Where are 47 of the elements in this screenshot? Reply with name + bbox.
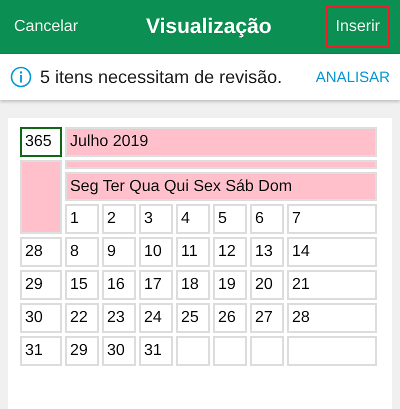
table-cell: 27 [250,303,284,333]
month-title: Julho 2019 [65,127,377,157]
table-cell: 29 [65,336,99,366]
table-cell: 29 [20,270,62,300]
table-cell: 10 [139,237,173,267]
table-cell: 1 [65,204,99,234]
table-cell: 2 [102,204,136,234]
table-cell: 365 [20,127,62,157]
table-cell: 11 [176,237,210,267]
table-cell: 18 [176,270,210,300]
table-cell: 4 [176,204,210,234]
table-cell: 28 [287,303,377,333]
empty-cell [176,336,210,366]
table-cell: 13 [250,237,284,267]
table-cell: 12 [213,237,247,267]
table-cell: 9 [102,237,136,267]
table-cell: 15 [65,270,99,300]
table-cell: 28 [20,237,62,267]
table-cell: 6 [250,204,284,234]
table-cell: 19 [213,270,247,300]
insert-button[interactable]: Inserir [326,6,390,48]
table-cell: 25 [176,303,210,333]
table-cell: 26 [213,303,247,333]
table-cell: 3 [139,204,173,234]
table-cell: 14 [287,237,377,267]
analyze-link[interactable]: ANALISAR [316,68,390,86]
table-cell: 7 [287,204,377,234]
table-cell: 23 [102,303,136,333]
table-cell: 30 [102,336,136,366]
table-cell: 5 [213,204,247,234]
table-cell: 16 [102,270,136,300]
table-cell: 22 [65,303,99,333]
table-cell: 17 [139,270,173,300]
notice-message: 5 itens necessitam de revisão. [40,66,282,88]
info-icon [10,66,32,88]
table-cell: 30 [20,303,62,333]
screen-title: Visualização [146,15,272,39]
table-cell: 20 [250,270,284,300]
empty-cell [250,336,284,366]
weekday-header: Seg Ter Qua Qui Sex Sáb Dom [65,172,377,201]
empty-cell [213,336,247,366]
table-cell: 21 [287,270,377,300]
table-cell: 8 [65,237,99,267]
table-cell: 24 [139,303,173,333]
table-cell: 31 [20,336,62,366]
table-cell: 31 [139,336,173,366]
cancel-button[interactable]: Cancelar [14,18,78,36]
